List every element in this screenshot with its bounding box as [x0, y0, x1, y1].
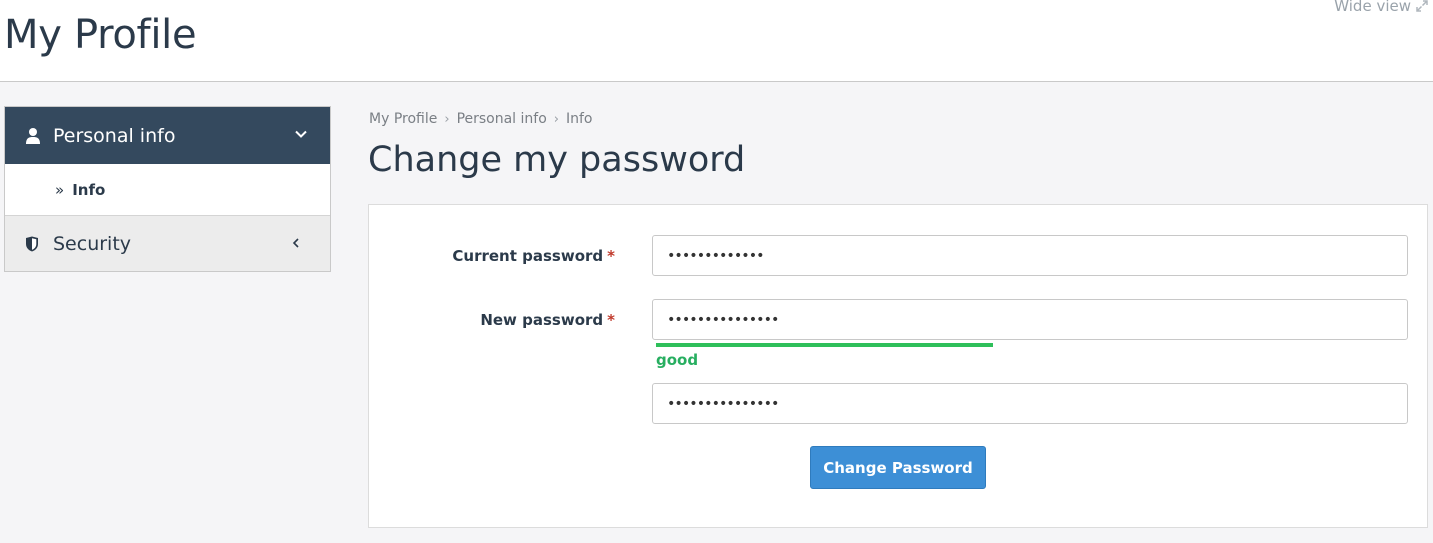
required-marker: * — [607, 247, 615, 265]
new-password-label: New password * — [355, 311, 615, 329]
chevron-right-icon: › — [553, 111, 559, 127]
confirm-password-input[interactable] — [652, 383, 1408, 424]
page-title: My Profile — [4, 12, 197, 58]
password-form: Current password* New password* good Cha… — [368, 204, 1428, 528]
sidebar-item-security[interactable]: Security — [5, 216, 330, 271]
user-icon — [26, 127, 40, 144]
page-header: My Profile Wide view — [0, 0, 1433, 82]
double-chevron-right-icon: » — [55, 180, 65, 199]
current-password-label-text: Current password — [452, 247, 604, 265]
section-title: Change my password — [368, 140, 746, 180]
wide-view-toggle[interactable]: Wide view — [1334, 0, 1429, 15]
new-password-input[interactable] — [652, 299, 1408, 340]
main-area: Personal info » Info Security My Profile… — [0, 82, 1433, 543]
breadcrumb-link[interactable]: My Profile — [369, 111, 437, 127]
breadcrumb-link[interactable]: Personal info — [457, 111, 547, 127]
chevron-right-icon: › — [444, 111, 450, 127]
shield-icon — [26, 236, 38, 251]
sidebar-item-label: Personal info — [53, 124, 176, 147]
breadcrumb-current: Info — [566, 111, 593, 127]
chevron-down-icon — [295, 130, 307, 138]
wide-view-label: Wide view — [1334, 0, 1411, 15]
breadcrumb: My Profile › Personal info › Info — [369, 111, 593, 127]
change-password-button[interactable]: Change Password — [810, 446, 986, 489]
current-password-label: Current password * — [355, 247, 615, 265]
sidebar-subitem-label: Info — [72, 180, 106, 199]
new-password-label-text: New password — [480, 311, 604, 329]
required-marker: * — [607, 311, 615, 329]
password-strength-label: good — [656, 351, 699, 369]
sidebar-item-personal-info[interactable]: Personal info — [5, 107, 330, 164]
chevron-left-icon — [292, 238, 299, 248]
expand-icon — [1416, 0, 1428, 12]
password-strength-bar — [656, 343, 993, 347]
sidebar-item-label: Security — [53, 232, 132, 255]
sidebar: Personal info » Info Security — [4, 106, 331, 272]
current-password-input[interactable] — [652, 235, 1408, 276]
sidebar-subitem-info[interactable]: » Info — [5, 164, 330, 216]
